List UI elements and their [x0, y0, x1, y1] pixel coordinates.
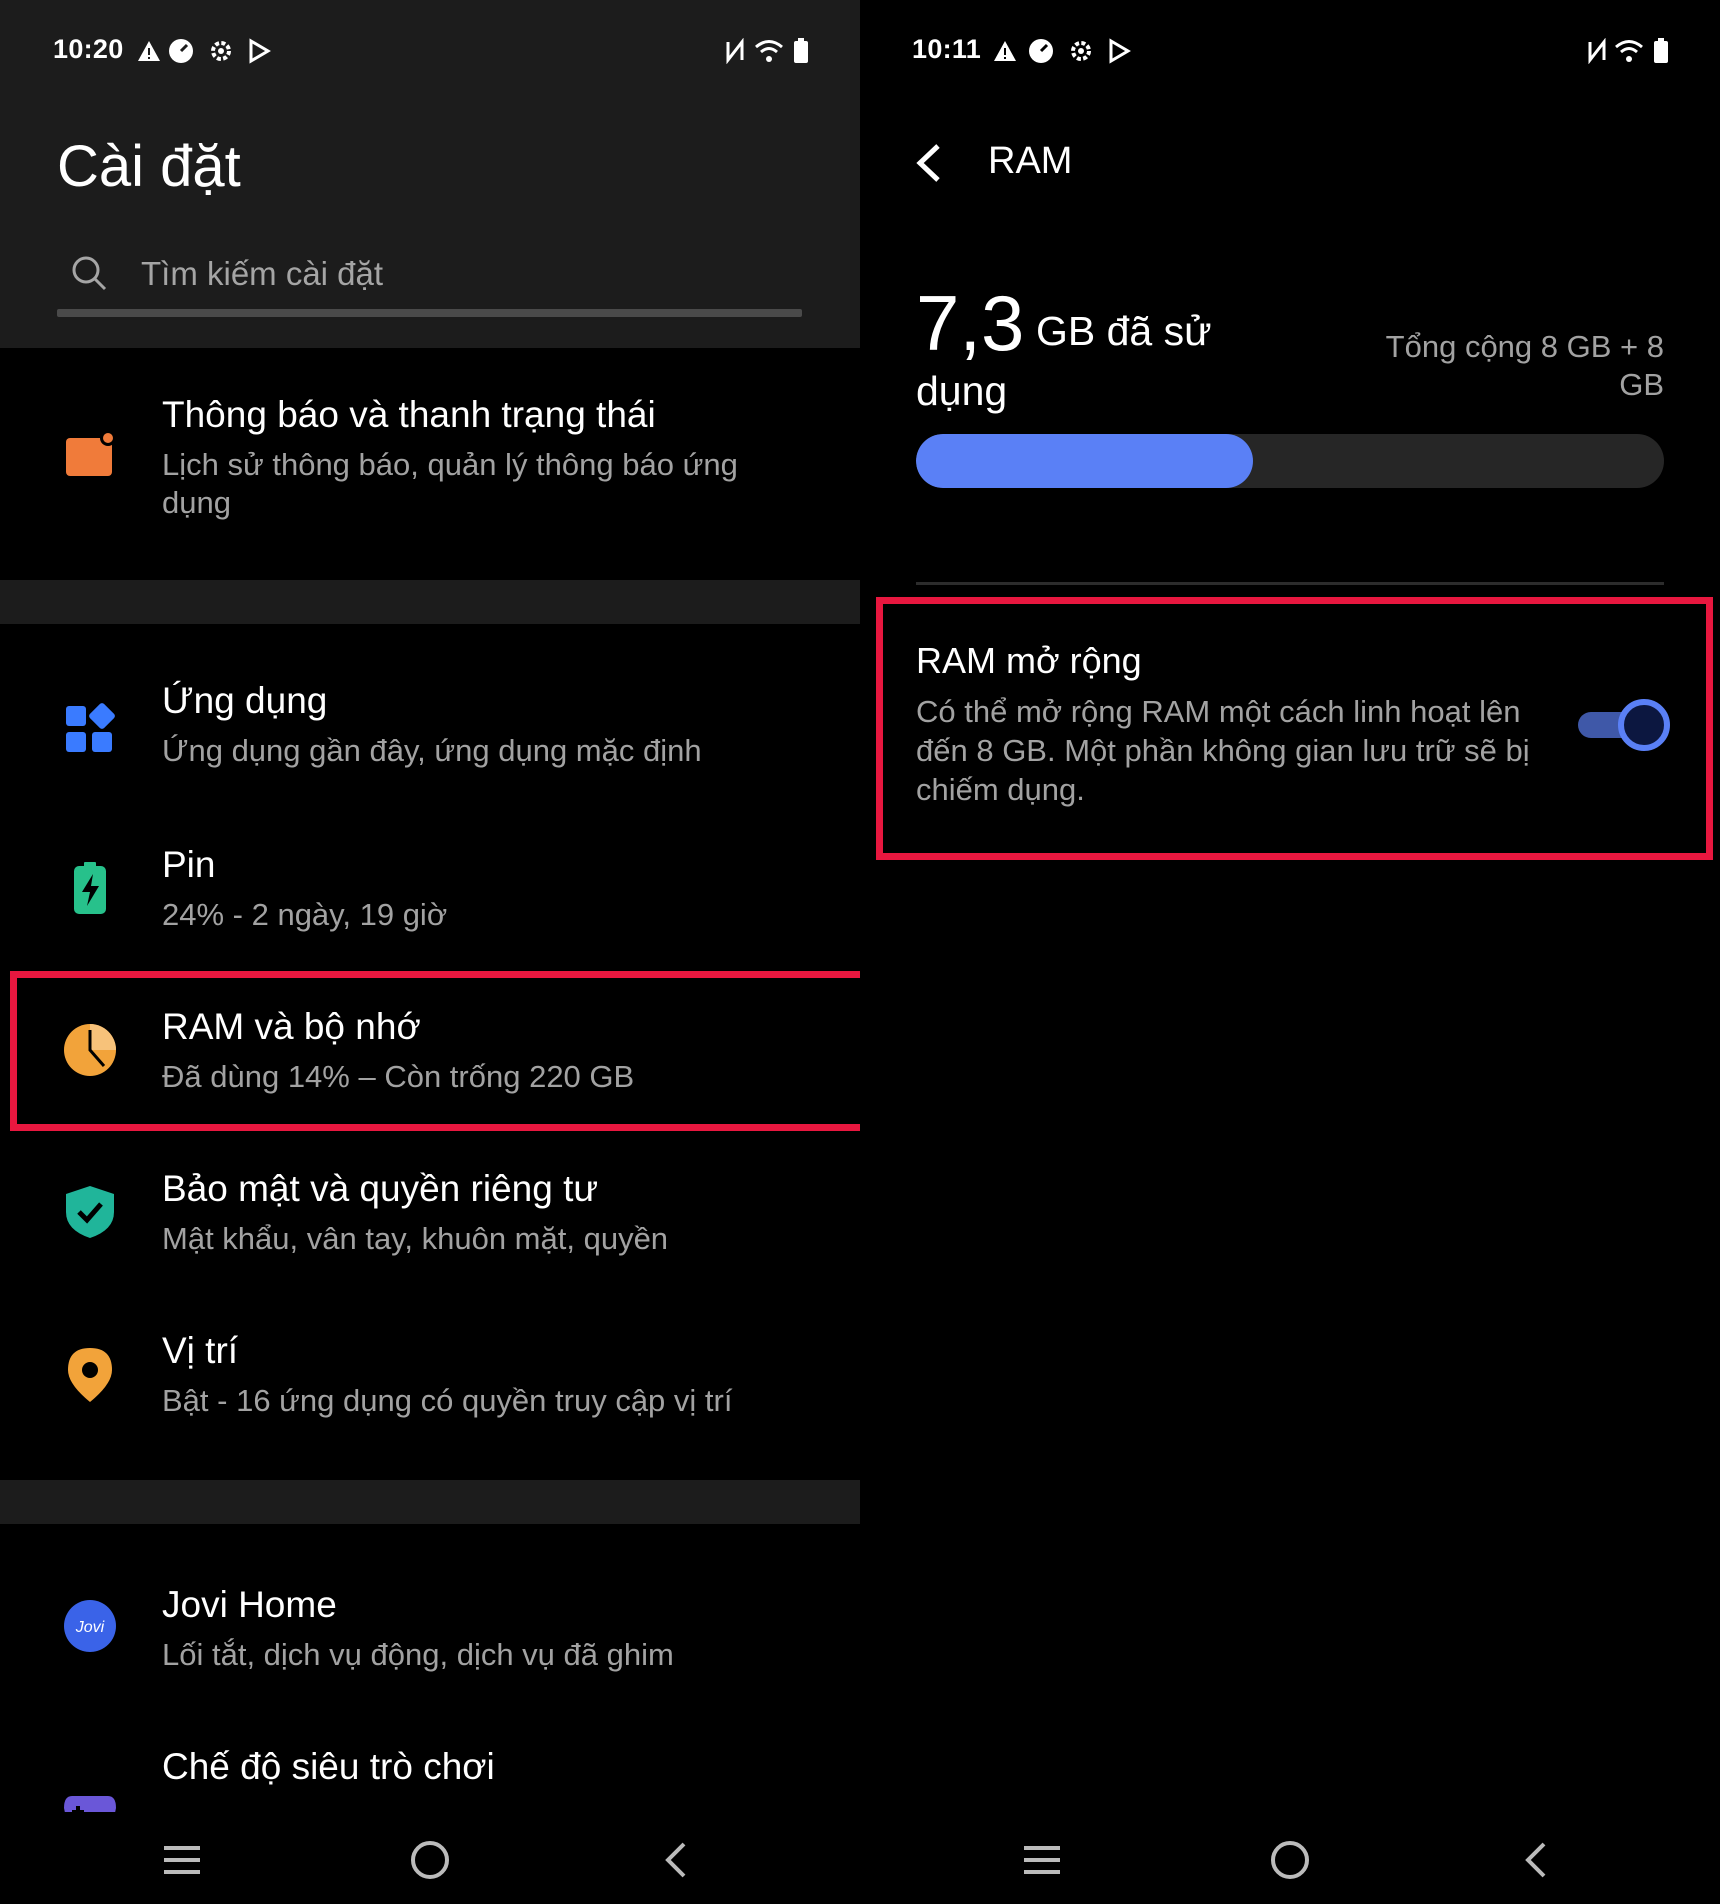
status-time: 10:20	[53, 34, 124, 64]
search-icon	[72, 256, 107, 291]
warning-icon	[994, 41, 1016, 61]
gear-icon	[211, 41, 231, 61]
nfc-icon	[1588, 38, 1606, 64]
settings-item-title: Thông báo và thanh trạng thái	[162, 394, 656, 435]
wifi-icon	[1615, 40, 1643, 62]
home-icon[interactable]	[406, 1836, 454, 1884]
home-icon[interactable]	[1266, 1836, 1314, 1884]
highlight-box	[876, 597, 1713, 860]
battery-status-icon	[1654, 38, 1668, 63]
settings-item-jovi-home[interactable]: Jovi Jovi Home Lối tắt, dịch vụ động, dị…	[0, 1560, 860, 1710]
settings-item-game-mode[interactable]: Chế độ siêu trò chơi	[0, 1722, 860, 1812]
svg-text:Jovi: Jovi	[75, 1619, 105, 1636]
search-input[interactable]: Tìm kiếm cài đặt	[141, 255, 383, 293]
battery-status-icon	[794, 38, 808, 63]
settings-item-location[interactable]: Vị trí Bật - 16 ứng dụng có quyền truy c…	[0, 1308, 860, 1458]
divider	[916, 582, 1664, 585]
settings-item-subtitle: Mật khẩu, vân tay, khuôn mặt, quyền	[162, 1221, 669, 1256]
search-bar[interactable]: Tìm kiếm cài đặt	[57, 245, 802, 317]
settings-item-subtitle: Bật - 16 ứng dụng có quyền truy cập vị t…	[162, 1383, 733, 1418]
search-underline	[57, 309, 802, 317]
settings-item-title: Ứng dụng	[162, 680, 328, 721]
location-pin-icon	[68, 1348, 112, 1402]
settings-item-subtitle: Ứng dụng gần đây, ứng dụng mặc định	[162, 733, 702, 768]
wifi-icon	[755, 40, 783, 62]
ram-used-unit-cont: dụng	[916, 368, 1008, 414]
settings-item-subtitle: Lịch sử thông báo, quản lý thông báo ứng…	[162, 447, 738, 520]
settings-item-title: Bảo mật và quyền riêng tư	[162, 1168, 599, 1209]
ram-usage-fill	[916, 434, 1253, 488]
warning-icon	[138, 41, 160, 61]
notification-icon	[66, 430, 116, 476]
settings-item-subtitle: Lối tắt, dịch vụ động, dịch vụ đã ghim	[162, 1637, 674, 1672]
settings-item-apps[interactable]: Ứng dụng Ứng dụng gần đây, ứng dụng mặc …	[0, 660, 860, 810]
ram-total: Tổng cộng 8 GB + 8 GB	[1385, 329, 1664, 402]
speedometer-icon	[169, 39, 193, 63]
settings-item-notifications[interactable]: Thông báo và thanh trạng thái Lịch sử th…	[0, 380, 860, 580]
back-nav-icon[interactable]	[654, 1836, 702, 1884]
status-bar: 10:20	[0, 0, 860, 100]
section-divider	[0, 1480, 860, 1524]
section-divider	[0, 580, 860, 624]
settings-item-title: Jovi Home	[162, 1584, 337, 1625]
shield-icon	[66, 1186, 114, 1238]
ram-used-value: 7,3	[916, 279, 1025, 367]
nfc-icon	[726, 38, 744, 64]
status-time: 10:11	[912, 34, 982, 64]
gamepad-icon	[64, 1796, 116, 1812]
screen-title: RAM	[988, 140, 1073, 182]
settings-item-security[interactable]: Bảo mật và quyền riêng tư Mật khẩu, vân …	[0, 1146, 860, 1296]
menu-icon[interactable]	[158, 1836, 206, 1884]
jovi-icon: Jovi	[64, 1600, 116, 1652]
play-store-icon	[1109, 38, 1131, 64]
back-arrow-icon[interactable]	[910, 140, 950, 186]
speedometer-icon	[1029, 39, 1053, 63]
ram-used-unit: GB đã sử	[1036, 308, 1212, 354]
page-title: Cài đặt	[57, 134, 241, 199]
settings-item-title: Vị trí	[162, 1330, 239, 1371]
apps-grid-icon	[66, 703, 115, 752]
ram-screen: 10:11 RAM 7,3 GB đã sử dụng Tổng cộng 8 …	[860, 0, 1720, 1904]
gear-icon	[1071, 41, 1091, 61]
settings-screen: 10:20 Cài đặt Tìm kiếm cài đặt Thông báo…	[0, 0, 860, 1904]
status-bar: 10:11	[860, 0, 1720, 100]
settings-item-subtitle: 24% - 2 ngày, 19 giờ	[162, 897, 448, 932]
navigation-bar	[0, 1812, 860, 1904]
play-store-icon	[249, 38, 271, 64]
ram-usage-bar	[916, 434, 1664, 488]
settings-item-title: Chế độ siêu trò chơi	[162, 1746, 495, 1787]
menu-icon[interactable]	[1018, 1836, 1066, 1884]
back-nav-icon[interactable]	[1514, 1836, 1562, 1884]
settings-item-title: Pin	[162, 844, 216, 885]
battery-icon	[74, 862, 106, 914]
settings-item-battery[interactable]: Pin 24% - 2 ngày, 19 giờ	[0, 822, 860, 972]
highlight-box	[10, 971, 860, 1131]
navigation-bar	[860, 1812, 1720, 1904]
